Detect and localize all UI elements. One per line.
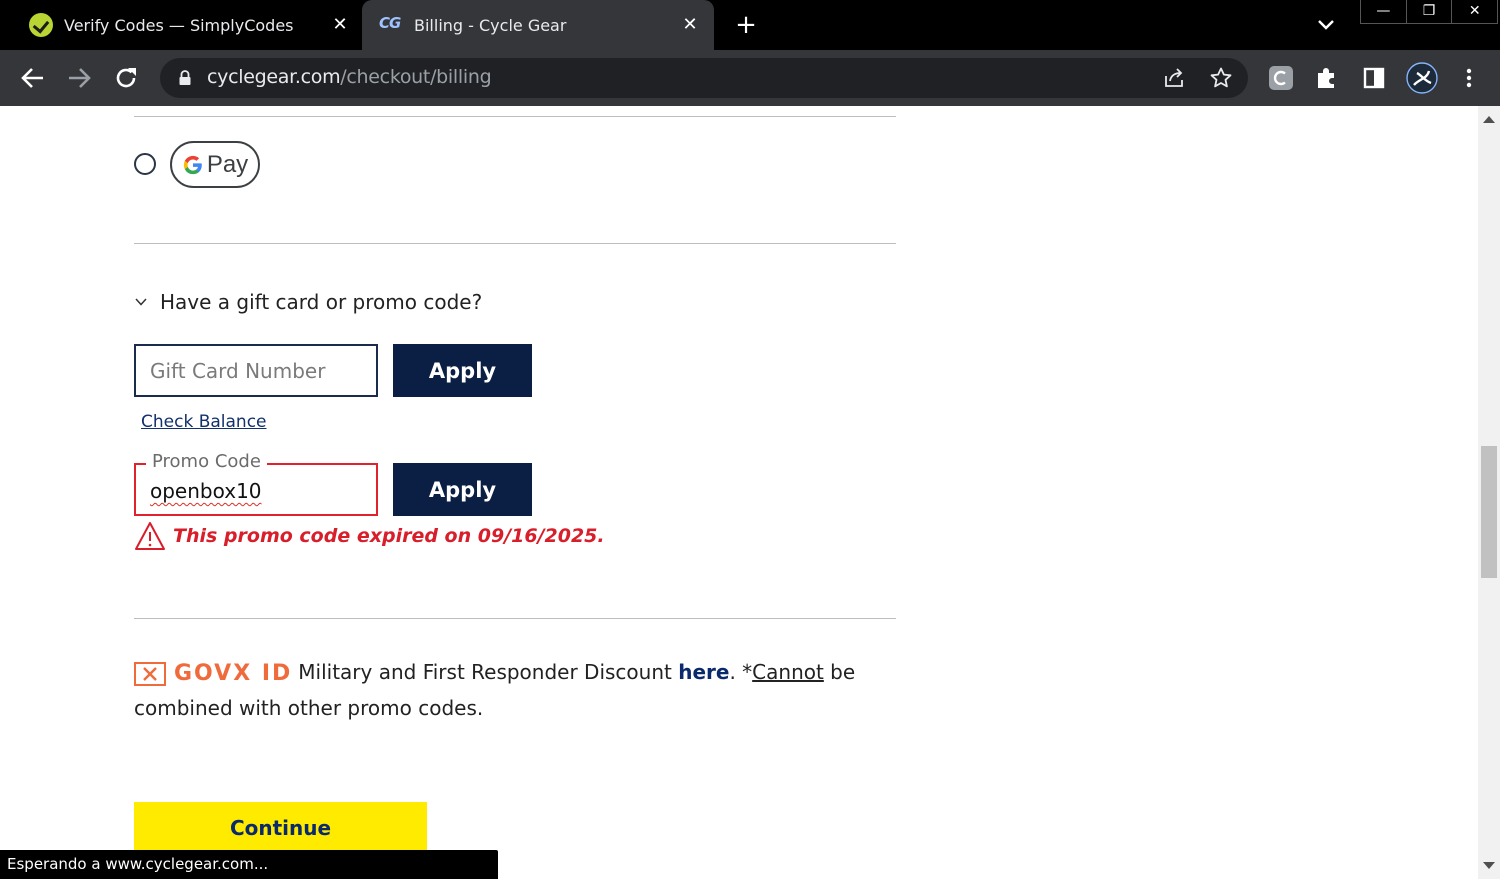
browser-toolbar: cyclegear.com/checkout/billing <box>0 50 1500 106</box>
side-panel-icon[interactable] <box>1360 64 1388 92</box>
govx-wordmark: GOVX ID <box>174 661 293 686</box>
govx-x-icon <box>134 661 166 686</box>
continue-button[interactable]: Continue <box>134 802 427 854</box>
scroll-up-arrow-icon[interactable] <box>1483 116 1495 123</box>
cyclegear-cg-icon: CG <box>379 14 401 32</box>
reload-icon[interactable] <box>110 62 142 94</box>
address-bar[interactable]: cyclegear.com/checkout/billing <box>160 58 1248 98</box>
url-host: cyclegear.com <box>207 66 341 88</box>
close-icon[interactable]: ✕ <box>680 15 700 35</box>
bookmark-star-icon[interactable] <box>1209 66 1233 90</box>
lock-icon[interactable] <box>178 70 192 86</box>
govx-discount-notice: GOVX ID Military and First Responder Dis… <box>134 655 894 726</box>
promo-code-value: openbox10 <box>150 479 262 503</box>
profile-avatar-icon[interactable] <box>1405 61 1439 95</box>
promo-code-toggle[interactable]: Have a gift card or promo code? <box>134 290 482 314</box>
status-bar: Esperando a www.cyclegear.com... <box>0 850 498 879</box>
tab-strip: Verify Codes — SimplyCodes ✕ CG Billing … <box>0 0 1500 50</box>
tab-title: Billing - Cycle Gear <box>414 15 567 35</box>
govx-here-link[interactable]: here <box>678 660 729 684</box>
divider <box>134 243 896 244</box>
chevron-down-icon <box>135 298 147 306</box>
new-tab-icon[interactable]: + <box>732 10 760 40</box>
divider <box>134 116 896 117</box>
simplycodes-check-icon <box>29 13 53 37</box>
google-pay-option[interactable]: Pay <box>170 141 260 188</box>
govx-logo: GOVX ID <box>134 656 292 691</box>
share-icon[interactable] <box>1162 66 1186 90</box>
scroll-down-arrow-icon[interactable] <box>1483 862 1495 869</box>
extensions-puzzle-icon[interactable] <box>1313 64 1341 92</box>
chevron-down-icon[interactable] <box>1314 12 1338 38</box>
govx-text: . * <box>729 660 753 684</box>
url-text: cyclegear.com/checkout/billing <box>207 66 492 88</box>
apply-promo-button[interactable]: Apply <box>393 463 532 516</box>
page-scrollbar[interactable] <box>1478 106 1500 879</box>
more-menu-icon[interactable] <box>1455 64 1483 92</box>
window-controls: — ❐ ✕ <box>1360 0 1498 24</box>
url-path: /checkout/billing <box>340 66 492 88</box>
restore-icon[interactable]: ❐ <box>1407 0 1453 23</box>
minimize-icon[interactable]: — <box>1361 0 1407 23</box>
promo-code-label: Promo Code <box>146 451 267 472</box>
promo-error: This promo code expired on 09/16/2025. <box>134 521 605 551</box>
tab-title: Verify Codes — SimplyCodes <box>64 15 294 35</box>
page-content: Pay Have a gift card or promo code? Appl… <box>0 106 1478 879</box>
divider <box>134 618 896 619</box>
check-balance-link[interactable]: Check Balance <box>141 412 267 432</box>
govx-cannot-text: Cannot <box>752 660 824 684</box>
close-window-icon[interactable]: ✕ <box>1452 0 1497 23</box>
gift-card-input[interactable] <box>136 346 376 395</box>
gpay-radio[interactable] <box>134 153 156 175</box>
forward-arrow-icon[interactable] <box>63 62 95 94</box>
back-arrow-icon[interactable] <box>17 62 49 94</box>
google-g-icon <box>183 155 202 174</box>
promo-code-input[interactable]: Promo Code openbox10 <box>134 451 378 516</box>
gpay-label: Pay <box>206 150 249 178</box>
tab-simplycodes[interactable]: Verify Codes — SimplyCodes ✕ <box>0 0 362 50</box>
govx-text: Military and First Responder Discount <box>298 660 679 684</box>
promo-error-text: This promo code expired on 09/16/2025. <box>173 525 605 547</box>
warning-triangle-icon <box>135 522 165 550</box>
close-icon[interactable]: ✕ <box>330 15 350 35</box>
tab-cyclegear-billing[interactable]: CG Billing - Cycle Gear ✕ <box>362 0 714 50</box>
promo-toggle-label: Have a gift card or promo code? <box>160 290 483 314</box>
scroll-thumb[interactable] <box>1481 446 1497 578</box>
apply-gift-card-button[interactable]: Apply <box>393 344 532 397</box>
extension-c-icon[interactable] <box>1267 64 1295 92</box>
gift-card-field <box>134 344 378 397</box>
